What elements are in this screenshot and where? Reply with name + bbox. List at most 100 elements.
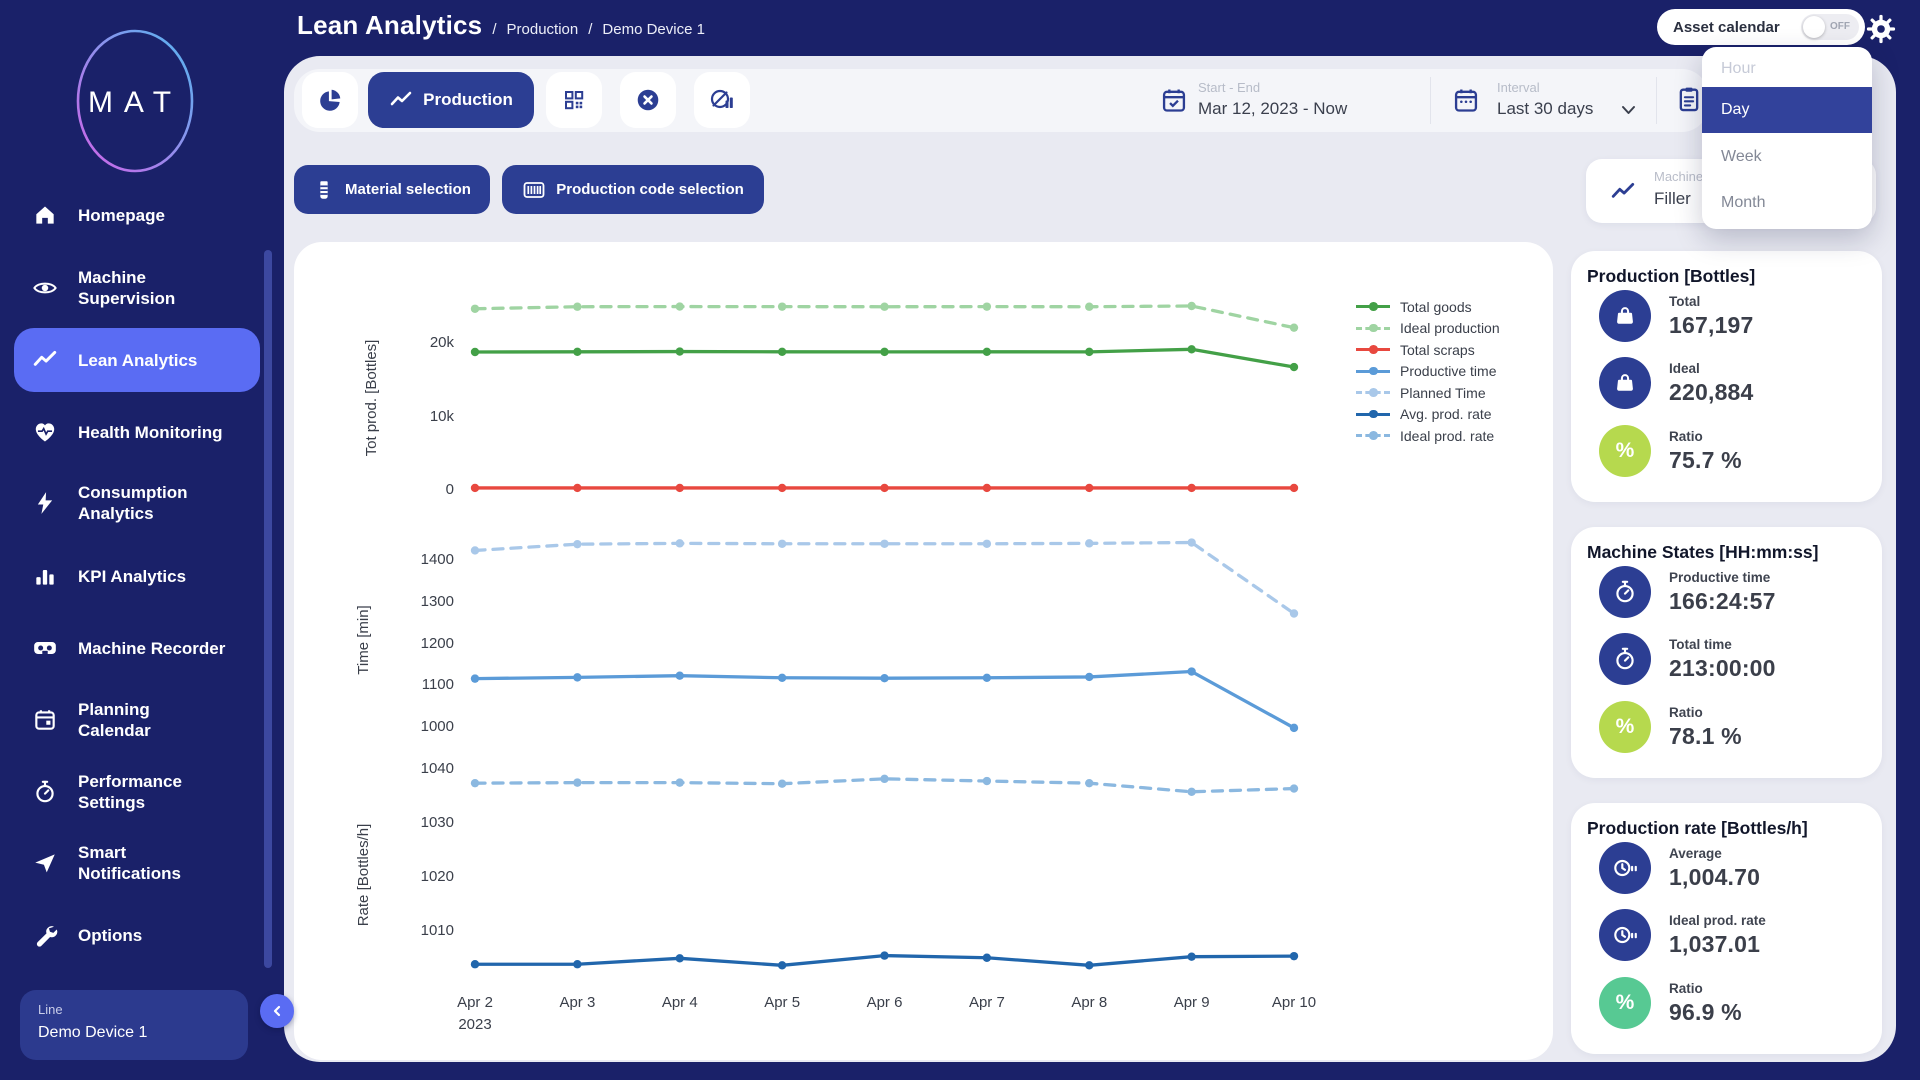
data-point[interactable] bbox=[982, 347, 992, 356]
data-point[interactable] bbox=[777, 347, 787, 356]
hide-chart-button[interactable] bbox=[694, 72, 750, 128]
grid-view-button[interactable] bbox=[546, 72, 602, 128]
data-point[interactable] bbox=[1289, 723, 1299, 733]
dropdown-item-hour[interactable]: Hour bbox=[1702, 47, 1872, 91]
sidebar-scrollbar[interactable] bbox=[264, 250, 272, 968]
legend-item[interactable]: Productive time bbox=[1356, 361, 1500, 383]
data-point[interactable] bbox=[1187, 483, 1196, 493]
clear-button[interactable] bbox=[620, 72, 676, 128]
breadcrumb-device[interactable]: Demo Device 1 bbox=[602, 21, 705, 38]
data-point[interactable] bbox=[1289, 609, 1299, 618]
data-point[interactable] bbox=[1187, 538, 1196, 547]
data-point[interactable] bbox=[880, 951, 889, 960]
dropdown-item-month[interactable]: Month bbox=[1702, 181, 1872, 225]
data-point[interactable] bbox=[880, 347, 889, 357]
data-point[interactable] bbox=[1085, 483, 1094, 493]
data-point[interactable] bbox=[1289, 951, 1299, 961]
sidebar-collapse-button[interactable] bbox=[260, 994, 294, 1028]
production-code-selection-button[interactable]: Production code selection bbox=[502, 165, 764, 214]
data-point[interactable] bbox=[573, 347, 582, 356]
interval-value[interactable]: Last 30 days bbox=[1497, 99, 1593, 119]
production-tab-button[interactable]: Production bbox=[368, 72, 534, 128]
data-point[interactable] bbox=[880, 774, 889, 784]
material-selection-button[interactable]: Material selection bbox=[294, 165, 490, 214]
data-point[interactable] bbox=[880, 674, 889, 683]
data-point[interactable] bbox=[1187, 787, 1196, 796]
data-point[interactable] bbox=[675, 302, 684, 311]
data-point[interactable] bbox=[675, 539, 684, 548]
data-point[interactable] bbox=[1187, 667, 1196, 676]
sidebar-item-planning-calendar[interactable]: Planning Calendar bbox=[14, 688, 260, 752]
data-point[interactable] bbox=[1085, 302, 1094, 311]
data-point[interactable] bbox=[675, 347, 684, 356]
data-point[interactable] bbox=[982, 302, 992, 311]
legend-item[interactable]: Total goods bbox=[1356, 296, 1500, 318]
sidebar-item-machine-supervision[interactable]: Machine Supervision bbox=[14, 256, 260, 320]
sidebar-item-health-monitoring[interactable]: Health Monitoring bbox=[14, 400, 260, 464]
data-point[interactable] bbox=[573, 673, 582, 682]
pie-chart-view-button[interactable] bbox=[302, 72, 358, 128]
data-point[interactable] bbox=[470, 960, 480, 969]
data-point[interactable] bbox=[675, 483, 684, 493]
dropdown-item-day[interactable]: Day bbox=[1702, 87, 1872, 133]
data-point[interactable] bbox=[573, 302, 582, 311]
data-point[interactable] bbox=[470, 778, 480, 788]
data-point[interactable] bbox=[675, 954, 684, 963]
sidebar-item-smart-notifications[interactable]: Smart Notifications bbox=[14, 831, 260, 895]
data-point[interactable] bbox=[1085, 539, 1094, 548]
sidebar-item-homepage[interactable]: Homepage bbox=[14, 183, 260, 247]
chevron-down-icon[interactable] bbox=[1621, 105, 1636, 115]
legend-item[interactable]: Avg. prod. rate bbox=[1356, 404, 1500, 426]
legend-item[interactable]: Ideal production bbox=[1356, 318, 1500, 340]
sidebar-item-performance-settings[interactable]: Performance Settings bbox=[14, 760, 260, 824]
legend-item[interactable]: Total scraps bbox=[1356, 339, 1500, 361]
data-point[interactable] bbox=[1187, 952, 1196, 961]
data-point[interactable] bbox=[470, 674, 480, 683]
data-point[interactable] bbox=[777, 483, 787, 493]
data-point[interactable] bbox=[1289, 784, 1299, 793]
asset-calendar-toggle[interactable]: OFF bbox=[1801, 14, 1859, 40]
data-point[interactable] bbox=[573, 539, 582, 549]
data-point[interactable] bbox=[777, 779, 787, 788]
data-point[interactable] bbox=[1085, 347, 1094, 357]
data-point[interactable] bbox=[880, 539, 889, 548]
data-point[interactable] bbox=[1085, 778, 1094, 788]
dropdown-item-week[interactable]: Week bbox=[1702, 135, 1872, 179]
sidebar-item-lean-analytics[interactable]: Lean Analytics bbox=[14, 328, 260, 392]
data-point[interactable] bbox=[573, 960, 582, 969]
data-point[interactable] bbox=[1187, 345, 1196, 354]
data-point[interactable] bbox=[470, 546, 480, 555]
data-point[interactable] bbox=[1289, 483, 1299, 493]
data-point[interactable] bbox=[982, 673, 992, 682]
data-point[interactable] bbox=[470, 483, 480, 493]
sidebar-item-kpi-analytics[interactable]: KPI Analytics bbox=[14, 544, 260, 608]
sidebar-item-machine-recorder[interactable]: Machine Recorder bbox=[14, 616, 260, 680]
data-point[interactable] bbox=[675, 778, 684, 787]
data-point[interactable] bbox=[470, 347, 480, 357]
data-point[interactable] bbox=[1187, 301, 1196, 311]
data-point[interactable] bbox=[777, 302, 787, 311]
data-point[interactable] bbox=[982, 483, 992, 493]
data-point[interactable] bbox=[982, 953, 992, 962]
data-point[interactable] bbox=[1289, 323, 1299, 332]
data-point[interactable] bbox=[777, 539, 787, 548]
data-point[interactable] bbox=[982, 539, 992, 548]
data-point[interactable] bbox=[470, 304, 480, 313]
device-card[interactable]: Line Demo Device 1 bbox=[20, 990, 248, 1060]
data-point[interactable] bbox=[880, 483, 889, 493]
data-point[interactable] bbox=[573, 483, 582, 493]
gear-icon[interactable] bbox=[1866, 14, 1896, 44]
data-point[interactable] bbox=[777, 673, 787, 682]
legend-item[interactable]: Ideal prod. rate bbox=[1356, 425, 1500, 447]
clipboard-icon[interactable] bbox=[1675, 85, 1703, 113]
sidebar-item-options[interactable]: Options bbox=[14, 903, 260, 967]
legend-item[interactable]: Planned Time bbox=[1356, 382, 1500, 404]
data-point[interactable] bbox=[675, 671, 684, 680]
data-point[interactable] bbox=[880, 302, 889, 311]
data-point[interactable] bbox=[1085, 672, 1094, 682]
data-point[interactable] bbox=[982, 776, 992, 786]
data-point[interactable] bbox=[777, 961, 787, 970]
data-point[interactable] bbox=[1289, 362, 1299, 372]
breadcrumb-production[interactable]: Production bbox=[507, 21, 579, 38]
data-point[interactable] bbox=[573, 778, 582, 787]
